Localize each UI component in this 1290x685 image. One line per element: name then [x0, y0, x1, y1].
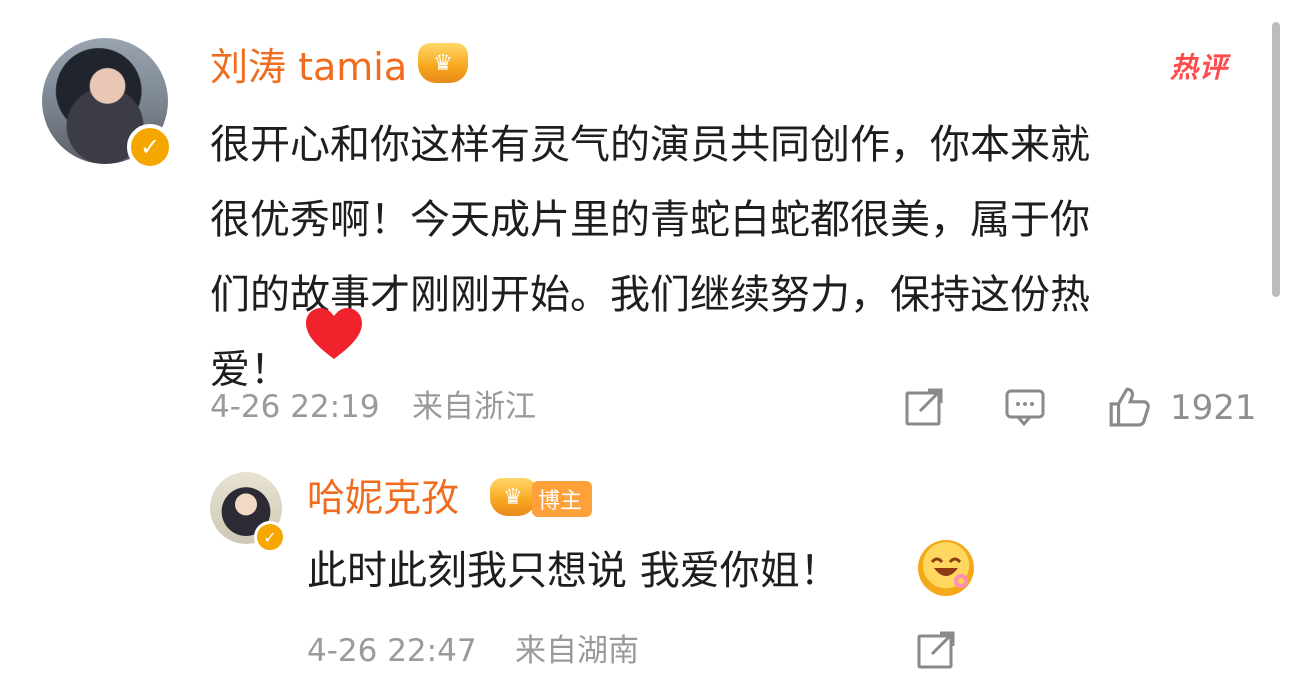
- blogger-tag: 博主: [532, 481, 593, 517]
- reply-username[interactable]: 哈妮克孜: [307, 479, 459, 517]
- reply-text: 此时此刻我只想说 我爱你姐！: [307, 548, 840, 594]
- crown-icon: ♛: [418, 43, 468, 83]
- crown-icon: ♛: [490, 478, 536, 516]
- comment-location: 来自浙江: [412, 389, 536, 425]
- verified-badge-icon: ✓: [254, 521, 286, 553]
- laughing-emoji-icon: [918, 540, 974, 596]
- comment-icon[interactable]: [1004, 387, 1046, 427]
- fade-overlay: [1010, 628, 1290, 685]
- comment-time: 4-26 22:19: [210, 389, 380, 425]
- reply-location: 来自湖南: [515, 633, 639, 669]
- comment-username[interactable]: 刘涛 tamia: [210, 48, 407, 86]
- heart-emoji-icon: [306, 308, 362, 359]
- like-icon[interactable]: [1104, 385, 1152, 427]
- hot-comment-badge: 热评: [1170, 51, 1229, 84]
- like-count: 1921: [1170, 388, 1257, 428]
- verified-badge-icon: ✓: [127, 124, 173, 170]
- comment-text: 很开心和你这样有灵气的演员共同创作，你本来就 很优秀啊！今天成片里的青蛇白蛇都很…: [210, 122, 1090, 393]
- repost-icon[interactable]: [904, 387, 946, 427]
- scrollbar[interactable]: [1272, 22, 1280, 297]
- reply-time: 4-26 22:47: [307, 633, 477, 669]
- repost-icon[interactable]: [916, 630, 958, 670]
